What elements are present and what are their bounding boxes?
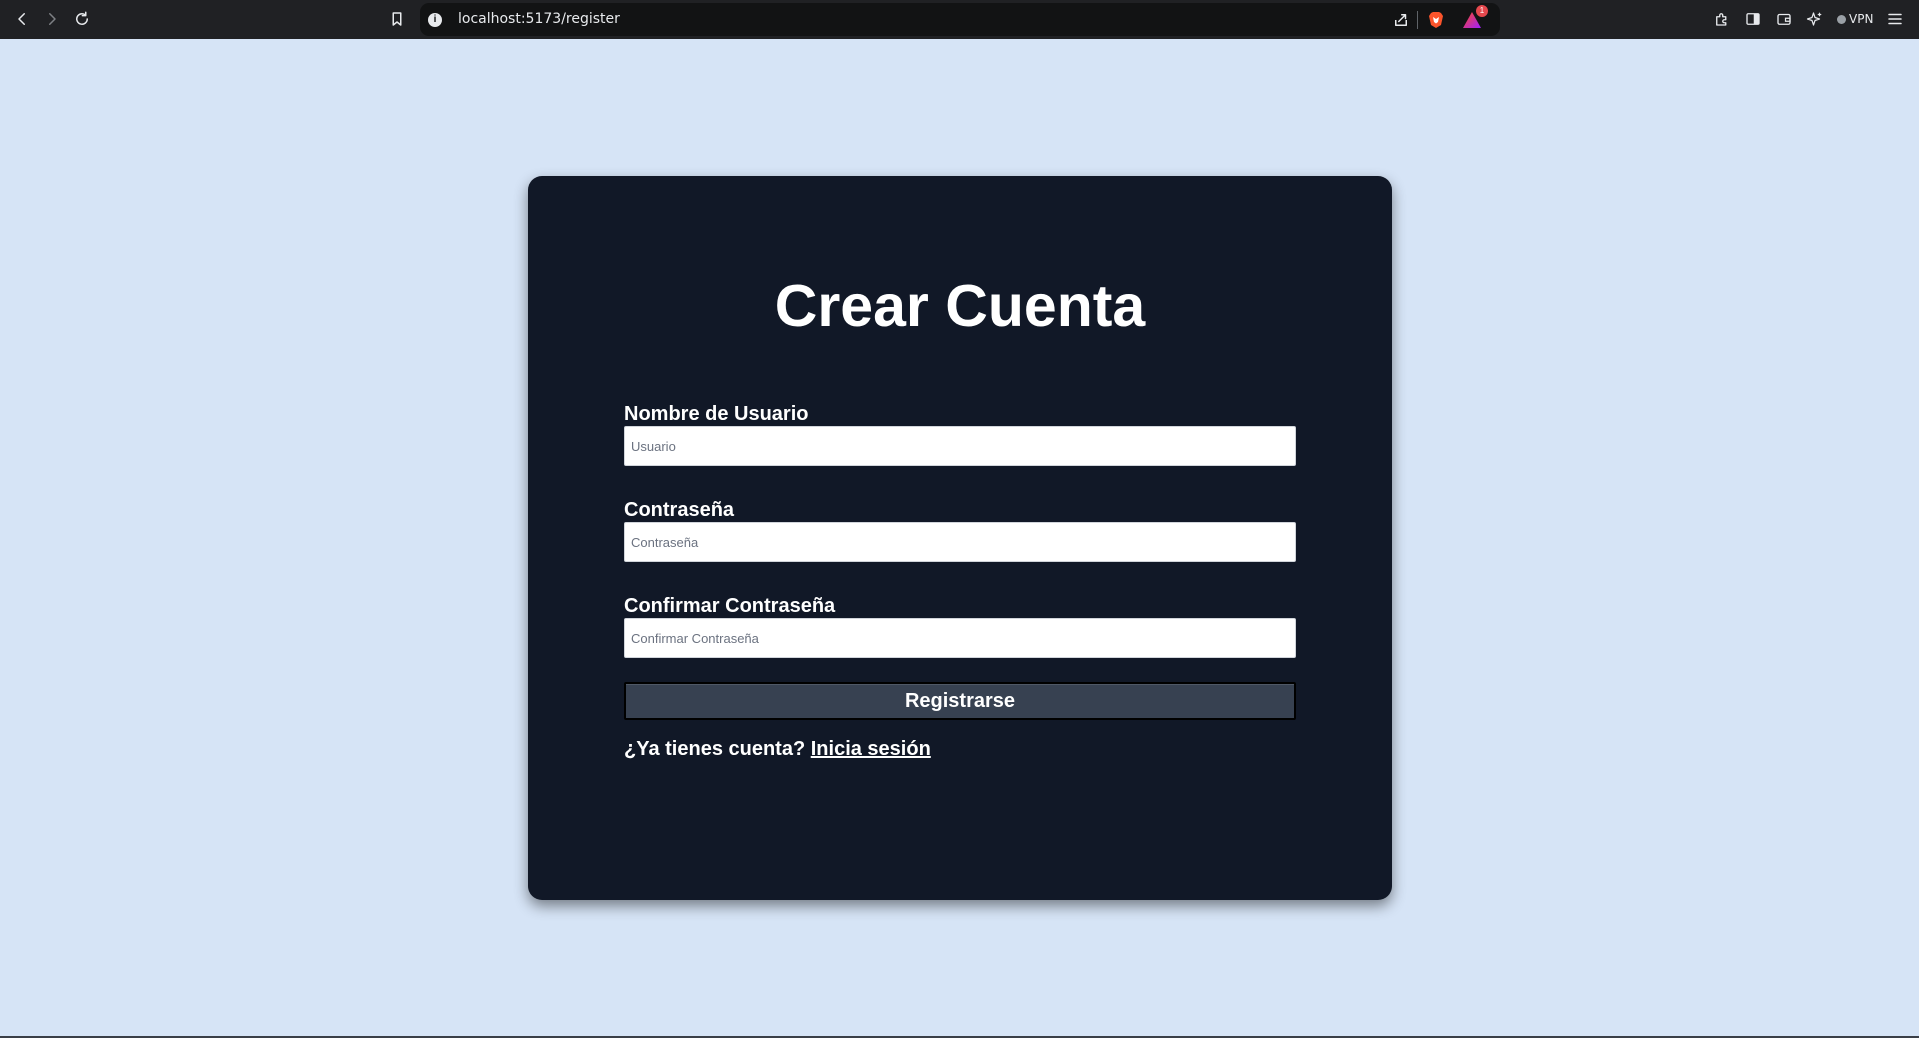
brave-rewards-button[interactable]: 1 bbox=[1462, 5, 1488, 29]
address-bar-url[interactable]: localhost:5173/register bbox=[458, 11, 620, 27]
password-input[interactable] bbox=[624, 522, 1296, 562]
register-button[interactable]: Registrarse bbox=[624, 682, 1296, 720]
menu-icon[interactable] bbox=[1886, 10, 1904, 28]
wallet-icon[interactable] bbox=[1775, 10, 1793, 28]
username-group: Nombre de Usuario bbox=[624, 402, 1296, 466]
share-icon bbox=[1395, 14, 1407, 26]
brave-shields-button[interactable] bbox=[1428, 11, 1444, 29]
reload-icon bbox=[76, 11, 88, 25]
browser-toolbar: i localhost:5173/register 1 VPN bbox=[0, 0, 1919, 39]
bookmark-icon bbox=[392, 12, 402, 26]
site-info-icon[interactable]: i bbox=[428, 13, 442, 27]
back-button[interactable] bbox=[9, 6, 35, 32]
toolbar-divider bbox=[1417, 11, 1418, 29]
rewards-badge: 1 bbox=[1476, 5, 1488, 17]
leo-ai-icon[interactable] bbox=[1806, 10, 1824, 28]
username-input[interactable] bbox=[624, 426, 1296, 466]
chevron-left-icon bbox=[18, 13, 25, 25]
username-label: Nombre de Usuario bbox=[624, 403, 809, 425]
register-card: Crear Cuenta Nombre de Usuario Contraseñ… bbox=[528, 176, 1392, 900]
page-title: Crear Cuenta bbox=[774, 273, 1146, 339]
login-link[interactable]: Inicia sesión bbox=[811, 738, 931, 760]
bookmark-button[interactable] bbox=[384, 6, 410, 32]
vpn-button[interactable]: VPN bbox=[1837, 12, 1873, 26]
password-group: Contraseña bbox=[624, 498, 1296, 562]
sidebar-icon[interactable] bbox=[1744, 10, 1762, 28]
vpn-label: VPN bbox=[1849, 12, 1874, 26]
forward-button[interactable] bbox=[39, 6, 65, 32]
confirm-password-label: Confirmar Contraseña bbox=[624, 595, 836, 617]
reload-button[interactable] bbox=[69, 6, 95, 32]
share-button[interactable] bbox=[1392, 11, 1410, 29]
login-prompt-text: ¿Ya tienes cuenta? bbox=[624, 738, 806, 760]
confirm-password-group: Confirmar Contraseña bbox=[624, 594, 1296, 658]
extensions-icon[interactable] bbox=[1713, 10, 1731, 28]
address-bar[interactable]: i localhost:5173/register 1 bbox=[420, 3, 1500, 36]
password-label: Contraseña bbox=[624, 499, 735, 521]
confirm-password-input[interactable] bbox=[624, 618, 1296, 658]
brave-shield-icon bbox=[1429, 12, 1443, 28]
vpn-status-icon bbox=[1837, 14, 1846, 24]
chevron-right-icon bbox=[49, 13, 56, 25]
login-prompt: ¿Ya tienes cuenta? Inicia sesión bbox=[624, 738, 931, 761]
